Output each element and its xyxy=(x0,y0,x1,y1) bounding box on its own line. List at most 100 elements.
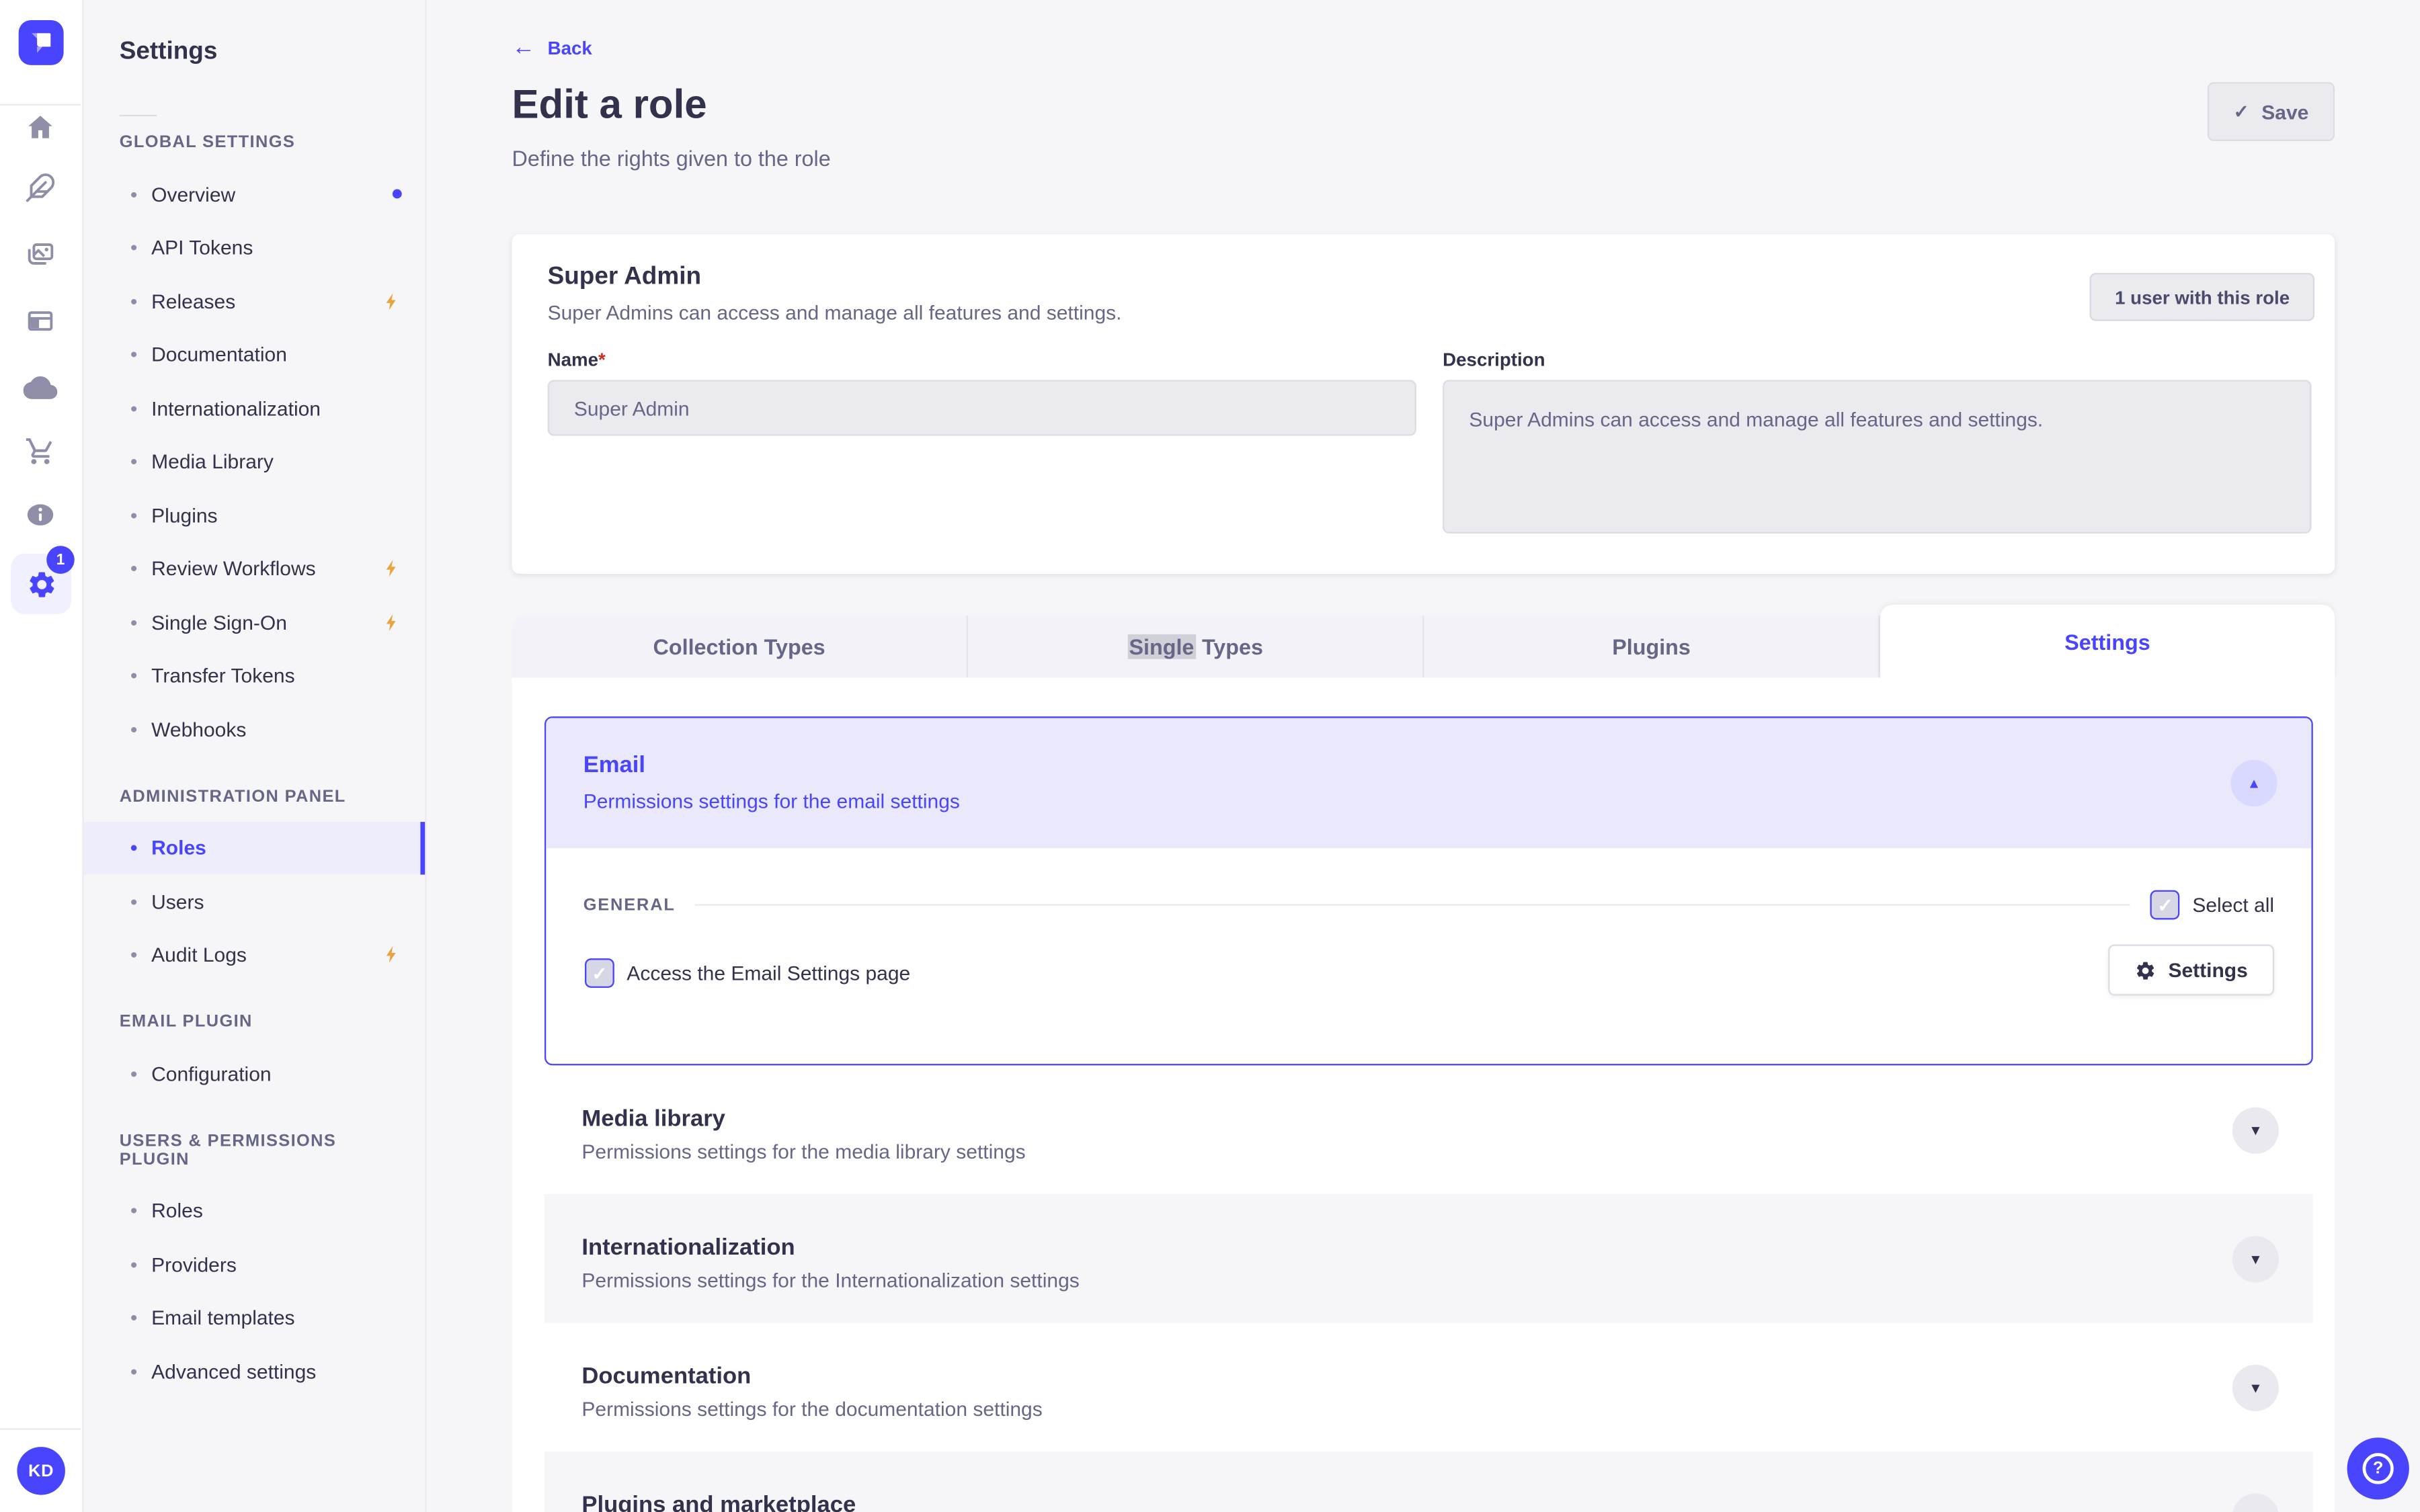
media-library-images-icon[interactable] xyxy=(0,233,81,276)
sidebar-title: Settings xyxy=(119,38,218,65)
bullet-icon: • xyxy=(130,343,138,367)
sidebar-item-users[interactable]: • Users xyxy=(82,875,425,929)
sidebar-item-single-sign-on[interactable]: • Single Sign-On xyxy=(82,595,425,649)
permission-row: ✓ Access the Email Settings page xyxy=(585,958,910,988)
content-manager-layout-icon[interactable] xyxy=(0,299,81,343)
page-subtitle: Define the rights given to the role xyxy=(512,145,831,171)
bullet-icon: • xyxy=(130,1253,138,1276)
gear-icon xyxy=(29,571,54,597)
back-link[interactable]: ← Back xyxy=(512,36,592,59)
sidebar-item-webhooks[interactable]: • Webhooks xyxy=(82,702,425,756)
email-accordion-header[interactable]: Email Permissions settings for the email… xyxy=(546,718,2312,849)
notification-dot-icon xyxy=(392,190,402,199)
sidebar-item-providers[interactable]: • Providers xyxy=(82,1238,425,1292)
bullet-icon: • xyxy=(130,836,138,860)
content-builder-feather-icon[interactable] xyxy=(0,166,81,210)
lightning-icon xyxy=(382,945,402,965)
documentation-accordion-header[interactable]: Documentation Permissions settings for t… xyxy=(544,1322,2313,1452)
sidebar-item-internationalization[interactable]: • Internationalization xyxy=(82,382,425,435)
expand-button[interactable]: ▼ xyxy=(2232,1364,2279,1411)
email-settings-button[interactable]: Settings xyxy=(2107,944,2275,996)
chevron-down-icon: ▼ xyxy=(2249,1251,2263,1267)
sidebar-item-review-workflows[interactable]: • Review Workflows xyxy=(82,542,425,596)
sidebar-title-divider xyxy=(119,114,157,117)
sidebar-item-documentation[interactable]: • Documentation xyxy=(82,328,425,382)
selected-text-highlight: Single xyxy=(1127,634,1196,659)
name-input[interactable]: Super Admin xyxy=(547,380,1416,436)
users-with-role-button[interactable]: 1 user with this role xyxy=(2090,273,2315,321)
rail-divider xyxy=(0,1428,81,1430)
page-title: Edit a role xyxy=(512,81,707,128)
sidebar-item-releases[interactable]: • Releases xyxy=(82,274,425,328)
help-button[interactable]: ? xyxy=(2347,1437,2409,1500)
section-label-administration-panel: ADMINISTRATION PANEL xyxy=(119,787,346,806)
bullet-icon: • xyxy=(130,289,138,313)
plugins-marketplace-accordion-header[interactable]: Plugins and marketplace ▼ xyxy=(544,1452,2313,1512)
sidebar-item-transfer-tokens[interactable]: • Transfer Tokens xyxy=(82,649,425,703)
save-button[interactable]: ✓ Save xyxy=(2207,82,2335,141)
role-title: Super Admin xyxy=(547,263,702,290)
chevron-down-icon: ▼ xyxy=(2249,1122,2263,1138)
bullet-icon: • xyxy=(130,943,138,967)
sidebar-item-configuration[interactable]: • Configuration xyxy=(82,1047,425,1101)
bullet-icon: • xyxy=(130,717,138,741)
select-all-checkbox[interactable]: ✓ xyxy=(2150,890,2180,920)
sidebar-item-advanced-settings[interactable]: • Advanced settings xyxy=(82,1345,425,1398)
collapse-button[interactable]: ▲ xyxy=(2230,759,2277,806)
email-accordion-subtitle: Permissions settings for the email setti… xyxy=(583,789,960,813)
cloud-icon[interactable] xyxy=(0,366,81,410)
home-icon[interactable] xyxy=(0,106,81,149)
permissions-tabs: Collection Types Single Types Plugins Se… xyxy=(512,605,2335,678)
bullet-icon: • xyxy=(130,890,138,913)
expand-button[interactable]: ▼ xyxy=(2232,1493,2279,1512)
tab-settings-active[interactable]: Settings xyxy=(1880,605,2335,678)
user-avatar[interactable]: KD xyxy=(17,1447,65,1495)
description-field-label: Description xyxy=(1443,349,1545,371)
group-divider xyxy=(695,904,2131,906)
sidebar-item-audit-logs[interactable]: • Audit Logs xyxy=(82,928,425,982)
bullet-icon: • xyxy=(130,450,138,474)
chevron-down-icon: ▼ xyxy=(2249,1509,2263,1512)
tab-collection-types[interactable]: Collection Types xyxy=(512,616,968,678)
role-subtitle: Super Admins can access and manage all f… xyxy=(547,300,1122,325)
general-group-label: GENERAL xyxy=(583,895,676,915)
section-label-email-plugin: EMAIL PLUGIN xyxy=(119,1012,253,1032)
sidebar-item-api-tokens[interactable]: • API Tokens xyxy=(82,221,425,275)
question-icon: ? xyxy=(2362,1453,2394,1484)
email-accordion-title: Email xyxy=(583,752,646,779)
expand-button[interactable]: ▼ xyxy=(2232,1236,2279,1283)
bullet-icon: • xyxy=(130,610,138,634)
sidebar-item-email-templates[interactable]: • Email templates xyxy=(82,1291,425,1345)
email-accordion-body: GENERAL ✓ Select all ✓ Access the Email … xyxy=(546,848,2311,1064)
sidebar-item-roles-active[interactable]: • Roles xyxy=(82,821,426,875)
bullet-icon: • xyxy=(130,664,138,687)
access-email-settings-checkbox[interactable]: ✓ xyxy=(585,958,614,988)
tab-plugins[interactable]: Plugins xyxy=(1424,616,1880,678)
required-asterisk: * xyxy=(598,349,606,371)
info-icon[interactable] xyxy=(0,493,81,537)
bullet-icon: • xyxy=(130,557,138,581)
select-all-label: Select all xyxy=(2192,893,2275,917)
lightning-icon xyxy=(382,558,402,579)
expand-button[interactable]: ▼ xyxy=(2232,1107,2279,1154)
role-details-card: Super Admin Super Admins can access and … xyxy=(512,234,2335,574)
marketplace-cart-icon[interactable] xyxy=(0,429,81,473)
tab-single-types[interactable]: Single Types xyxy=(968,616,1424,678)
email-permissions-accordion: Email Permissions settings for the email… xyxy=(544,716,2313,1066)
section-label-global-settings: GLOBAL SETTINGS xyxy=(119,133,296,153)
section-label-users-permissions-plugin: USERS & PERMISSIONS PLUGIN xyxy=(119,1131,337,1169)
chevron-down-icon: ▼ xyxy=(2249,1380,2263,1396)
internationalization-accordion-header[interactable]: Internationalization Permissions setting… xyxy=(544,1193,2313,1323)
lightning-icon xyxy=(382,612,402,632)
media-library-accordion-header[interactable]: Media library Permissions settings for t… xyxy=(544,1065,2313,1194)
sidebar-item-plugins[interactable]: • Plugins xyxy=(82,489,425,542)
sidebar-item-overview[interactable]: • Overview xyxy=(82,167,425,221)
bullet-icon: • xyxy=(130,1359,138,1383)
sidebar-item-media-library[interactable]: • Media Library xyxy=(82,435,425,489)
settings-sidebar: Settings GLOBAL SETTINGS • Overview • AP… xyxy=(82,0,427,1512)
strapi-logo[interactable] xyxy=(18,20,64,65)
bullet-icon: • xyxy=(130,182,138,206)
description-textarea[interactable]: Super Admins can access and manage all f… xyxy=(1443,380,2312,534)
sidebar-item-up-roles[interactable]: • Roles xyxy=(82,1184,425,1238)
lightning-icon xyxy=(382,291,402,311)
